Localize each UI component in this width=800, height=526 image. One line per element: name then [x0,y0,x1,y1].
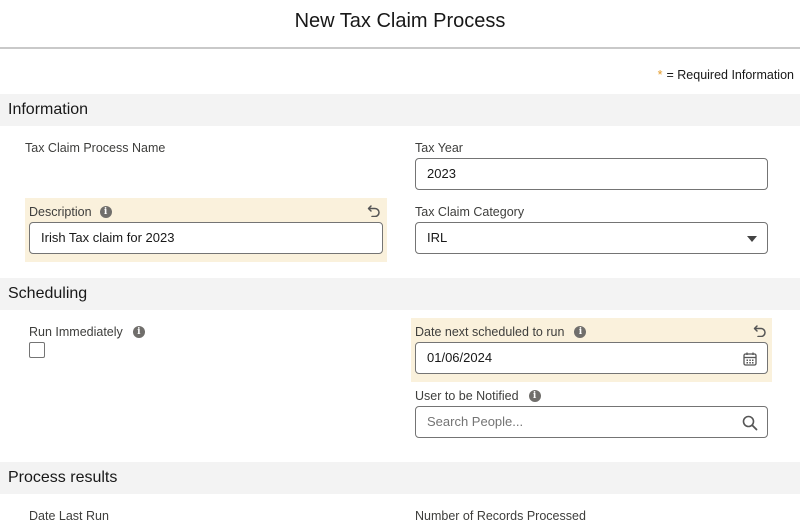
required-star: * [657,68,663,82]
undo-icon[interactable] [367,203,381,217]
process-name-label: Tax Claim Process Name [25,141,165,155]
category-label-text: Tax Claim Category [415,205,525,219]
run-immediately-label: Run Immediately i [29,325,145,339]
info-icon[interactable]: i [132,326,145,338]
notify-label-text: User to be Notified [415,389,519,403]
tax-year-label: Tax Year [415,141,463,155]
category-label: Tax Claim Category [415,205,524,219]
description-input[interactable]: Irish Tax claim for 2023 [29,222,383,254]
user-search-placeholder: Search People... [427,414,524,429]
notify-label: User to be Notified i [415,389,541,403]
search-icon[interactable] [742,415,758,431]
section-information[interactable]: Information [0,94,800,126]
description-label: Description i [29,205,112,219]
next-run-label-text: Date next scheduled to run [415,325,565,339]
description-label-text: Description [29,205,92,219]
user-search-input[interactable]: Search People... [415,406,768,438]
chevron-down-icon [747,236,757,242]
date-last-run-label-text: Date Last Run [29,509,109,523]
next-run-date-input[interactable]: 01/06/2024 [415,342,768,374]
info-icon[interactable]: i [574,326,587,338]
run-immediately-label-text: Run Immediately [29,325,123,339]
info-icon[interactable]: i [528,390,541,402]
run-immediately-checkbox[interactable] [29,342,45,358]
description-value: Irish Tax claim for 2023 [41,230,175,245]
section-scheduling[interactable]: Scheduling [0,278,800,310]
date-last-run-label: Date Last Run [29,509,109,523]
category-select[interactable]: IRL [415,222,768,254]
next-run-label: Date next scheduled to run i [415,325,587,339]
tax-year-value: 2023 [427,166,456,181]
tax-year-input[interactable]: 2023 [415,158,768,190]
next-run-date-value: 01/06/2024 [427,350,493,365]
required-info-note: * = Required Information [658,68,794,82]
process-name-label-text: Tax Claim Process Name [25,141,166,155]
info-icon[interactable]: i [99,206,112,218]
modal-header: New Tax Claim Process [0,0,800,49]
required-info-text: = Required Information [666,68,794,82]
calendar-icon[interactable] [742,351,758,367]
page-title: New Tax Claim Process [294,10,506,32]
undo-icon[interactable] [753,323,767,337]
records-processed-label-text: Number of Records Processed [415,509,586,523]
category-value: IRL [427,230,448,245]
section-process-results[interactable]: Process results [0,462,800,494]
tax-year-label-text: Tax Year [415,141,463,155]
records-processed-label: Number of Records Processed [415,509,586,523]
